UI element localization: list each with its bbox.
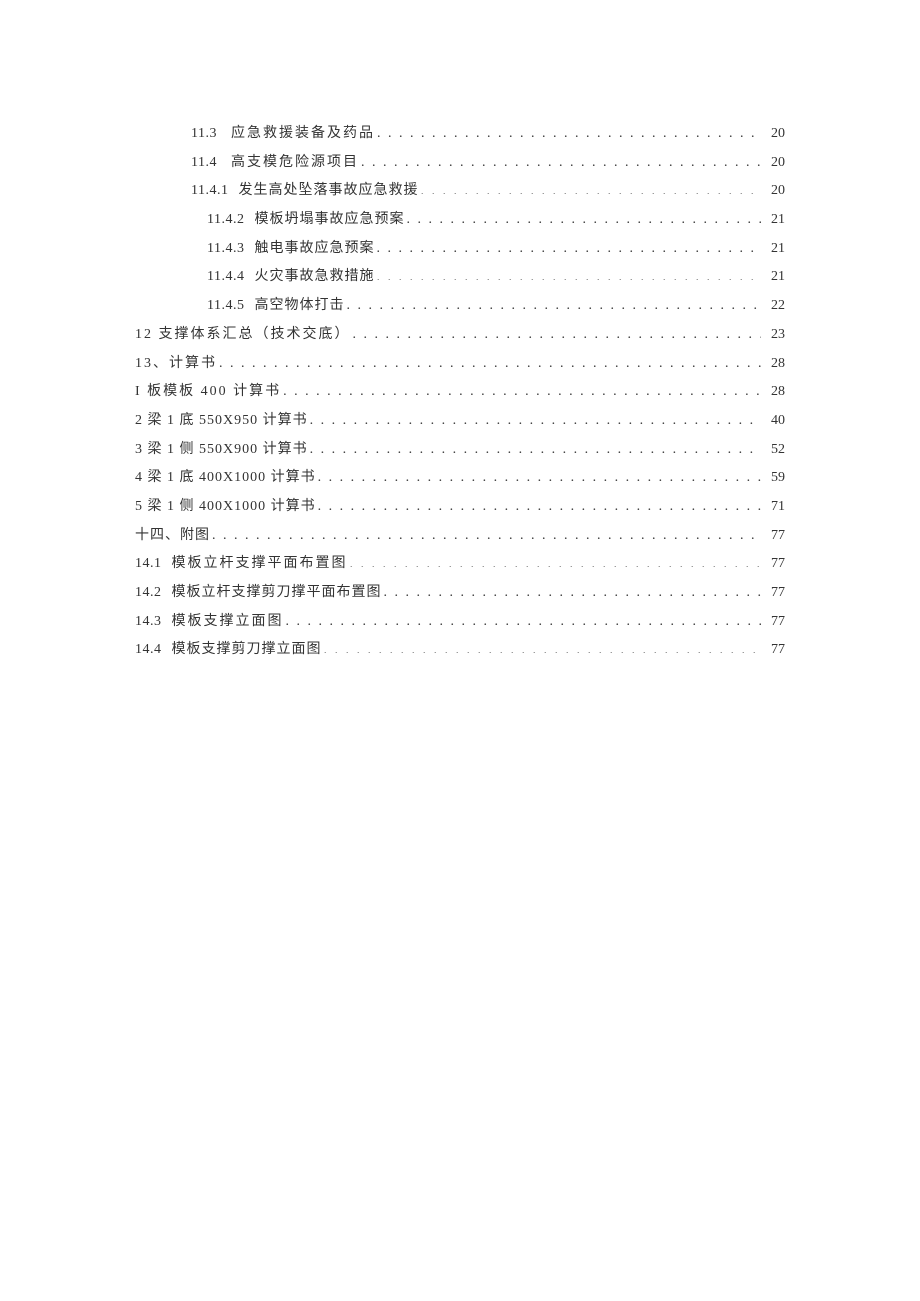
toc-entry: 十四、附图 77 xyxy=(135,522,785,551)
toc-entry: 11.3 应急救援装备及药品 20 xyxy=(135,120,785,149)
toc-entry: 3 梁 1 侧 550X900 计算书 52 xyxy=(135,436,785,465)
toc-entry-page: 77 xyxy=(763,608,785,637)
toc-entry-number: 11.4.3 xyxy=(207,235,244,264)
toc-leader-dots xyxy=(346,292,761,309)
toc-entry-title: 应急救援装备及药品 xyxy=(231,120,375,149)
toc-leader-dots xyxy=(318,464,761,481)
toc-leader-dots xyxy=(286,608,762,625)
toc-leader-dots xyxy=(318,493,761,510)
toc-entry-page: 21 xyxy=(763,206,785,235)
toc-leader-dots xyxy=(406,206,761,223)
toc-leader-dots xyxy=(353,321,762,338)
toc-entry: 11.4.4 火灾事故急救措施 21 xyxy=(135,263,785,292)
toc-entry: 13、计算书 28 xyxy=(135,350,785,379)
toc-entry: 4 梁 1 底 400X1000 计算书 59 xyxy=(135,464,785,493)
toc-entry-title: 4 梁 1 底 400X1000 计算书 xyxy=(135,464,316,493)
toc-entry-page: 28 xyxy=(763,350,785,379)
toc-entry-page: 20 xyxy=(763,149,785,178)
toc-entry: 2 梁 1 底 550X950 计算书 40 xyxy=(135,407,785,436)
toc-entry: 14.4 模板支撑剪刀撑立面图 77 xyxy=(135,636,785,665)
toc-entry: 12 支撑体系汇总（技术交底） 23 xyxy=(135,321,785,350)
toc-entry-page: 77 xyxy=(763,550,785,579)
toc-entry-number: 11.4.5 xyxy=(207,292,244,321)
toc-entry-number: 14.2 xyxy=(135,579,162,608)
toc-leader-dots xyxy=(212,522,761,539)
toc-entry-page: 52 xyxy=(763,436,785,465)
toc-entry-number: 11.4.1 xyxy=(191,177,228,206)
toc-entry-number: 11.4.4 xyxy=(207,263,244,292)
toc-entry-page: 21 xyxy=(763,263,785,292)
toc-entry-page: 20 xyxy=(763,120,785,149)
toc-entry-title: 火灾事故急救措施 xyxy=(254,263,374,292)
toc-leader-dots xyxy=(376,235,761,252)
toc-entry-number: 14.4 xyxy=(135,636,162,665)
toc-entry-title: 模板立杆支撑剪刀撑平面布置图 xyxy=(172,579,382,608)
toc-entry: 14.2 模板立杆支撑剪刀撑平面布置图 77 xyxy=(135,579,785,608)
toc-entry-title: 十四、附图 xyxy=(135,522,210,551)
toc-entry-number: 14.1 xyxy=(135,550,162,579)
toc-entry-page: 77 xyxy=(763,636,785,665)
toc-entry-title: I 板模板 400 计算书 xyxy=(135,378,281,407)
toc-entry-title: 13、计算书 xyxy=(135,350,217,379)
toc-entry-number: 11.4.2 xyxy=(207,206,244,235)
toc-entry: 11.4.2 模板坍塌事故应急预案 21 xyxy=(135,206,785,235)
toc-entry-number: 11.4 xyxy=(191,149,217,178)
toc-entry-title: 模板坍塌事故应急预案 xyxy=(254,206,404,235)
toc-entry-title: 模板支撑剪刀撑立面图 xyxy=(172,636,322,665)
toc-leader-dots xyxy=(376,264,761,281)
toc-leader-dots xyxy=(377,120,761,137)
toc-entry-title: 12 支撑体系汇总（技术交底） xyxy=(135,321,351,350)
toc-entry-page: 20 xyxy=(763,177,785,206)
toc-entry-title: 模板支撑立面图 xyxy=(172,608,284,637)
toc-entry-page: 23 xyxy=(763,321,785,350)
toc-entry-number: 11.3 xyxy=(191,120,217,149)
toc-entry-title: 触电事故应急预案 xyxy=(254,235,374,264)
toc-entry-title: 2 梁 1 底 550X950 计算书 xyxy=(135,407,308,436)
toc-entry: 5 梁 1 侧 400X1000 计算书 71 xyxy=(135,493,785,522)
toc-entry-title: 发生高处坠落事故应急救援 xyxy=(238,177,418,206)
toc-entry-title: 高支模危险源项目 xyxy=(231,149,359,178)
toc-entry-title: 5 梁 1 侧 400X1000 计算书 xyxy=(135,493,316,522)
toc-leader-dots xyxy=(324,637,762,654)
toc-entry-title: 模板立杆支撑平面布置图 xyxy=(172,550,348,579)
toc-entry: 11.4 高支模危险源项目 20 xyxy=(135,149,785,178)
toc-entry-title: 高空物体打击 xyxy=(254,292,344,321)
toc-entry: 11.4.1 发生高处坠落事故应急救援 20 xyxy=(135,177,785,206)
toc-entry: 11.4.5 高空物体打击 22 xyxy=(135,292,785,321)
toc-entry-page: 71 xyxy=(763,493,785,522)
toc-entry-number: 14.3 xyxy=(135,608,162,637)
toc-leader-dots xyxy=(219,350,761,367)
toc-entry-page: 21 xyxy=(763,235,785,264)
toc-entry-page: 40 xyxy=(763,407,785,436)
toc-leader-dots xyxy=(384,579,762,596)
toc-leader-dots xyxy=(350,551,762,568)
toc-leader-dots xyxy=(361,149,761,166)
toc-leader-dots xyxy=(310,407,761,424)
toc-entry-page: 59 xyxy=(763,464,785,493)
table-of-contents: 11.3 应急救援装备及药品 20 11.4 高支模危险源项目 20 11.4.1 发生高处坠… xyxy=(135,120,785,665)
toc-entry-page: 22 xyxy=(763,292,785,321)
toc-entry-title: 3 梁 1 侧 550X900 计算书 xyxy=(135,436,308,465)
toc-leader-dots xyxy=(420,178,761,195)
toc-entry: I 板模板 400 计算书 28 xyxy=(135,378,785,407)
toc-entry-page: 28 xyxy=(763,378,785,407)
toc-entry: 14.1 模板立杆支撑平面布置图 77 xyxy=(135,550,785,579)
toc-entry: 11.4.3 触电事故应急预案 21 xyxy=(135,235,785,264)
toc-entry-page: 77 xyxy=(763,522,785,551)
toc-entry: 14.3 模板支撑立面图 77 xyxy=(135,608,785,637)
toc-leader-dots xyxy=(283,378,761,395)
toc-leader-dots xyxy=(310,436,761,453)
toc-entry-page: 77 xyxy=(763,579,785,608)
